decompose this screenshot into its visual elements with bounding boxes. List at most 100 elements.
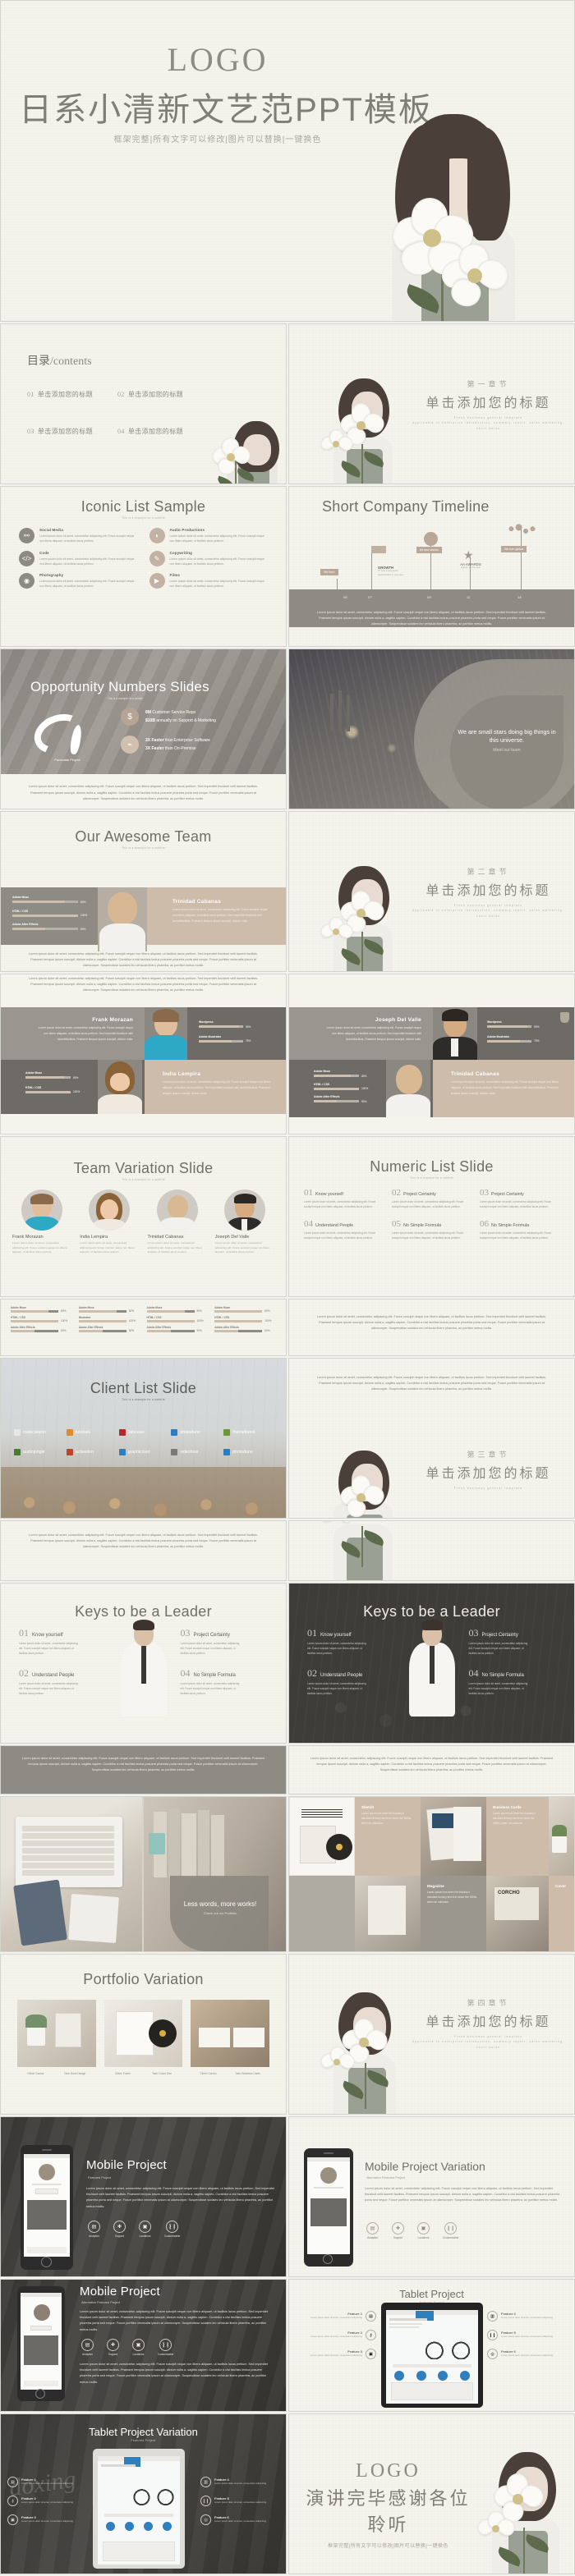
person-card[interactable]: Joseph Del Valle Lorem ipsum dolor sit a… [215, 1189, 274, 1255]
feature-item[interactable]: ❙❙ Customizable [164, 2221, 180, 2238]
person-bio: Lorem ipsum dolor sit amet, consectetur … [147, 1241, 203, 1254]
feature-item[interactable]: ▣ Locations [417, 2222, 430, 2239]
feature-item[interactable]: ▥ Feature 4 Lorem ipsum dolor sit amet, c… [200, 2477, 279, 2487]
numeric-item[interactable]: 01 Know yourself Lorem ipsum dolor sit ame… [304, 1188, 384, 1209]
portfolio-item[interactable] [17, 2000, 96, 2067]
feature-item[interactable]: ◎ Feature 6 Lorem ipsum dolor sit amet, c… [200, 2514, 279, 2525]
feature-item[interactable]: ▥ Feature 4 Lorem ipsum dolor sit amet, c… [487, 2311, 566, 2322]
client-logo[interactable]: tutorials [66, 1429, 116, 1436]
opportunity-body: Lorem ipsum dolor sit amet, consectetur … [29, 785, 258, 800]
key-item[interactable]: 04 No Simple Formula Lorem ipsum dolor sit… [469, 1667, 557, 1696]
numeric-item[interactable]: 02 Project Certainty Lorem ipsum dolor sit… [392, 1188, 472, 1209]
portfolio-card[interactable]: Sketch Lorem ipsum has been the industry… [355, 1797, 421, 1876]
client-logo[interactable]: activeden [66, 1449, 116, 1455]
portfolio-card[interactable]: Cover [549, 1876, 574, 1951]
client-list-title: Client List Slide [90, 1380, 197, 1396]
key-item[interactable]: 01 Know yourself Lorem ipsum dolor sit ame… [307, 1627, 395, 1656]
person-card[interactable]: Trinidad Cabanas Lorem ipsum dolor sit a… [148, 1189, 207, 1255]
list-item[interactable]: </> Code Lorem ipsum dolor sit amet, cons… [19, 550, 138, 567]
contents-item[interactable]: 04 单击添加您的标题 [117, 427, 200, 436]
list-item[interactable]: ⚯ Social Media Lorem ipsum dolor sit amet… [19, 528, 138, 544]
list-item[interactable]: ▶ Films Lorem ipsum dolor sit amet, conse… [149, 573, 269, 589]
numeric-list-title: Numeric List Slide [370, 1158, 494, 1175]
numeric-item[interactable]: 05 No Simple Formula Lorem ipsum dolor sit… [392, 1219, 472, 1240]
portfolio-card[interactable]: Business Cards Lorem ipsum has been the … [486, 1797, 549, 1876]
skill-row: Wordpress 90% [199, 1020, 251, 1029]
client-logo[interactable]: photodune [223, 1449, 273, 1455]
slide-keys-body-light: Lorem ipsum dolor sit amet, consectetur … [288, 1745, 575, 1794]
list-item-body: Lorem ipsum dolor sit amet, consectetur … [169, 557, 264, 566]
contents-item[interactable]: 02 单击添加您的标题 [117, 390, 200, 399]
feature-item[interactable]: ▣ Locations [139, 2221, 151, 2238]
client-logo[interactable]: videohive [171, 1449, 220, 1455]
numeric-item[interactable]: 04 Understand People Lorem ipsum dolor sit… [304, 1219, 384, 1240]
feature-item[interactable]: ❙❙ Feature 5 Lorem ipsum dolor sit amet, … [487, 2330, 566, 2340]
feature-item[interactable]: ❙❙ Customizable [158, 2339, 173, 2356]
feature-item[interactable]: Feature 3 Lorem ipsum dolor sit amet, con… [297, 2349, 376, 2359]
feature-item[interactable]: ✚ Support [113, 2221, 126, 2238]
key-item[interactable]: 02 Understand People Lorem ipsum dolor sit… [19, 1667, 107, 1696]
client-logo[interactable]: themeforest [223, 1429, 273, 1436]
member-bio: Lorem ipsum dolor sit amet, consectetur … [38, 1026, 133, 1041]
key-item[interactable]: 02 Understand People Lorem ipsum dolor sit… [307, 1667, 395, 1696]
slide-section-1: 第一章节 单击添加您的标题 Fresh business general tem… [288, 323, 575, 484]
list-item[interactable]: ◉ Photography Lorem ipsum dolor sit amet,… [19, 573, 138, 589]
feature-item[interactable]: ▤ Analytics [81, 2339, 94, 2356]
feature-item[interactable]: ⚷ Feature 2 Lorem ipsum dolor sit amet, c… [7, 2496, 86, 2506]
skill-group: Adobe Muse 80% HTML / CSS 100% Adobe Aft… [146, 1306, 204, 1332]
list-item[interactable]: ◗ Audio Productions Lorem ipsum dolor sit… [149, 528, 269, 544]
portfolio-item[interactable] [104, 2000, 183, 2067]
portfolio-item[interactable] [191, 2000, 270, 2067]
client-logo[interactable]: 3docean [118, 1429, 168, 1436]
girl-illustration-end [464, 2449, 571, 2574]
pin-icon [424, 532, 438, 546]
key-item[interactable]: 04 No Simple Formula Lorem ipsum dolor sit… [181, 1667, 269, 1696]
person-card[interactable]: India Lempira Lorem ipsum dolor sit amet… [80, 1189, 139, 1255]
client-logo[interactable]: audiojungle [14, 1449, 63, 1455]
flag-icon [371, 546, 386, 553]
slide-section-2: 第二章节 单击添加您的标题 Fresh business general tem… [288, 811, 575, 972]
feature-item[interactable]: ▤ Feature 1 Lorem ipsum dolor sit amet, c… [7, 2477, 86, 2487]
feature-item[interactable]: ❙❙ Feature 5 Lorem ipsum dolor sit amet, … [200, 2496, 279, 2506]
contents-item[interactable]: 03 单击添加您的标题 [27, 427, 109, 436]
feature-item[interactable]: ❙❙ Customizable [443, 2222, 458, 2239]
key-item[interactable]: 03 Project Certainty Lorem ipsum dolor sit… [181, 1627, 269, 1656]
feature-item[interactable]: ▣ Feature 3 Lorem ipsum dolor sit amet, c… [7, 2514, 86, 2525]
list-item[interactable]: ✎ Copywriting Lorem ipsum dolor sit amet,… [149, 550, 269, 567]
plus-icon: ✚ [107, 2339, 119, 2351]
feature-item[interactable]: Feature 2 Lorem ipsum dolor sit amet, con… [297, 2330, 376, 2340]
feature-item[interactable]: ✚ Support [107, 2339, 119, 2356]
key-item[interactable]: 01 Know yourself Lorem ipsum dolor sit ame… [19, 1627, 107, 1656]
columns-icon: ▥ [487, 2311, 498, 2322]
portfolio-card[interactable]: Magazine Lorem ipsum has been the indust… [421, 1876, 486, 1951]
slide-section-3-lower [288, 1520, 575, 1581]
timeline-tag: We turn global [501, 546, 527, 552]
feature-item[interactable]: Feature 1 Lorem ipsum dolor sit amet, con… [297, 2311, 376, 2322]
slide-iconic-list: Iconic List Sample This is a example for… [0, 486, 287, 647]
slide-keys-body-dark: Lorem ipsum dolor sit amet, consectetur … [0, 1745, 287, 1794]
skill-group: Adobe Muse 80% HTML / CSS 100% Adobe Aft… [214, 1306, 272, 1332]
feature-item[interactable]: ✚ Support [392, 2222, 404, 2239]
opportunity-subtitle: This is a example for a subtitle [108, 697, 144, 700]
feature-item[interactable]: ◎ Feature 6 Lorem ipsum dolor sit amet, c… [487, 2349, 566, 2359]
feature-item[interactable]: ▤ Analytics [88, 2221, 100, 2238]
feature-item[interactable]: ▣ Locations [132, 2339, 145, 2356]
client-logo[interactable]: photodune [171, 1429, 220, 1436]
numeric-item[interactable]: 06 No Simple Formula Lorem ipsum dolor sit… [480, 1219, 559, 1240]
person-card[interactable]: Frank Morazan Lorem ipsum dolor sit amet… [12, 1189, 71, 1255]
tablet-features-right: ▥ Feature 4 Lorem ipsum dolor sit amet, c… [200, 2477, 279, 2525]
portfolio-title: Portfolio Variation [83, 1971, 204, 1987]
mobile-body: Lorem ipsum dolor sit amet, consectetur … [86, 2187, 274, 2208]
contents-item[interactable]: 01 单击添加您的标题 [27, 390, 109, 399]
pause-icon: ❙❙ [200, 2496, 211, 2506]
numeric-item[interactable]: 03 Project Certainty Lorem ipsum dolor sit… [480, 1188, 559, 1209]
feature-item[interactable]: ▤ Analytics [366, 2222, 379, 2239]
section-chapter: 第一章节 [467, 380, 510, 388]
camera-icon: ◉ [19, 573, 34, 589]
list-item-title: Social Media [39, 528, 63, 532]
client-logo[interactable]: codecanyon [14, 1429, 63, 1436]
client-logo[interactable]: graphicriver [118, 1449, 168, 1455]
columns-icon: ▥ [200, 2477, 211, 2487]
mobile-variation-body: Lorem ipsum dolor sit amet, consectetur … [365, 2187, 560, 2202]
key-item[interactable]: 03 Project Certainty Lorem ipsum dolor sit… [469, 1627, 557, 1656]
